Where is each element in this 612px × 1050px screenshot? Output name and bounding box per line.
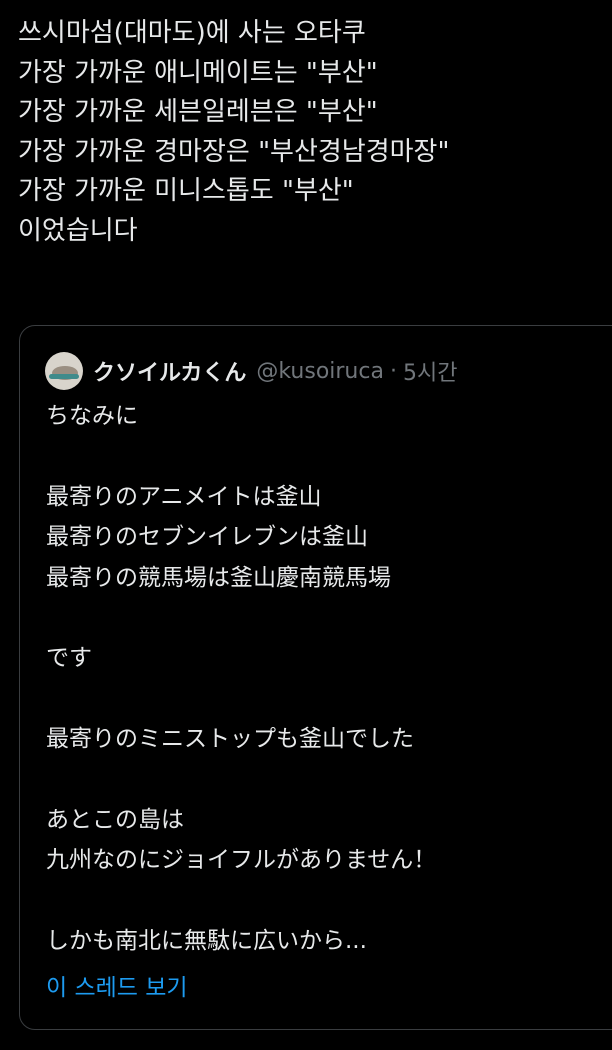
avatar-stripe — [49, 374, 79, 379]
quoted-tweet-card[interactable]: クソイルカくん @kusoiruca · 5시간 ちなみに 最寄りのアニメイトは… — [19, 325, 612, 1030]
quoted-line — [46, 598, 606, 638]
quoted-line — [46, 881, 606, 921]
quoted-line — [46, 436, 606, 476]
quoted-line: 最寄りのミニストップも釜山でした — [46, 726, 414, 753]
quoted-line — [46, 679, 606, 719]
separator-dot: · — [389, 358, 397, 384]
tweet-line: 가장 가까운 경마장은 "부산경남경마장" — [18, 136, 450, 167]
tweet-line: 가장 가까운 세븐일레븐은 "부산" — [18, 97, 378, 127]
author-name[interactable]: クソイルカくん — [93, 355, 246, 387]
quoted-line: 最寄りのアニメイトは釜山 — [46, 483, 322, 510]
tweet-text: 쓰시마섬(대마도)에 사는 오타쿠 가장 가까운 애니메이트는 "부산" 가장 … — [18, 14, 598, 251]
quoted-line: 最寄りの競馬場は釜山慶南競馬場 — [46, 564, 391, 591]
quoted-line: ちなみに — [46, 403, 138, 429]
avatar[interactable] — [45, 352, 83, 390]
tweet-line: 이었습니다 — [18, 215, 138, 246]
tweet-line: 가장 가까운 애니메이트는 "부산" — [18, 57, 378, 88]
quoted-line — [46, 760, 606, 800]
tweet-line: 가장 가까운 미니스톱도 "부산" — [18, 176, 354, 206]
quoted-line: 最寄りのセブンイレブンは釜山 — [46, 524, 368, 551]
quoted-line: 九州なのにジョイフルがありません！ — [46, 847, 437, 874]
quoted-line: です — [46, 645, 92, 672]
quoted-line: しかも南北に無駄に広いから... — [46, 928, 367, 955]
quoted-line: あとこの島は — [46, 806, 184, 833]
show-thread-link[interactable]: 이 스레드 보기 — [46, 968, 188, 1002]
author-handle[interactable]: @kusoiruca — [256, 359, 384, 384]
quoted-tweet-text: ちなみに 最寄りのアニメイトは釜山 最寄りのセブンイレブンは釜山 最寄りの競馬場… — [46, 396, 606, 961]
tweet-line: 쓰시마섬(대마도)에 사는 오타쿠 — [18, 18, 366, 48]
timestamp[interactable]: 5시간 — [403, 355, 457, 387]
quoted-tweet-header: クソイルカくん @kusoiruca · 5시간 — [45, 351, 457, 391]
